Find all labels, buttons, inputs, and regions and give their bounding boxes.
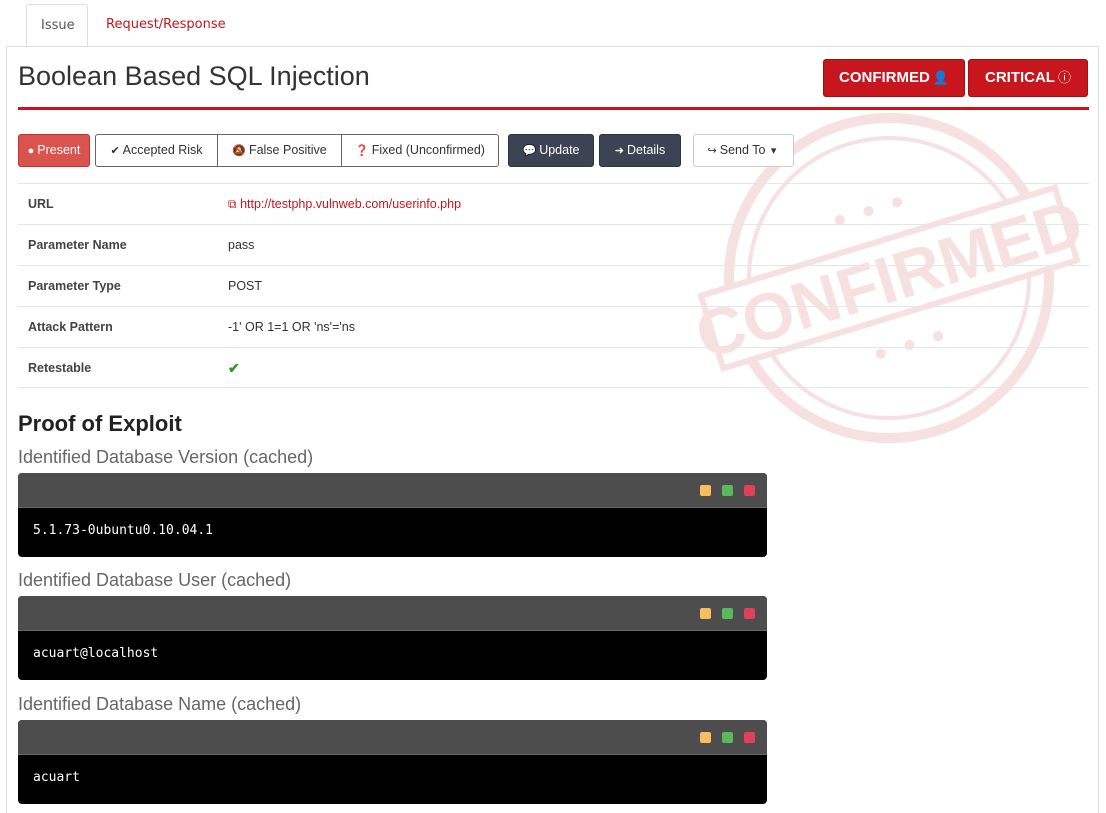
url-link[interactable]: ⧉ http://testphp.vulnweb.com/userinfo.ph… [228, 184, 461, 224]
tab-issue[interactable]: Issue [26, 4, 88, 46]
question-circle-icon: ❓ [355, 145, 369, 157]
close-dot-icon [744, 485, 755, 496]
maximize-dot-icon [722, 608, 733, 619]
detail-row-parameter-type: Parameter Type POST [18, 265, 1089, 306]
section-title-db-user: Identified Database User (cached) [18, 570, 292, 590]
user-icon: 👤 [932, 70, 949, 85]
fixed-unconfirmed-label: Fixed (Unconfirmed) [371, 143, 485, 157]
detail-row-url: URL ⧉ http://testphp.vulnweb.com/userinf… [18, 183, 1089, 224]
attack-pattern-label: Attack Pattern [28, 320, 113, 334]
maximize-dot-icon [722, 485, 733, 496]
check-icon: ✔ [228, 360, 240, 376]
proof-of-exploit-heading: Proof of Exploit [18, 411, 182, 436]
status-button-group: ✔ Accepted Risk 🔕 False Positive ❓ Fixed (U… [95, 134, 499, 167]
present-label: Present [37, 143, 81, 157]
external-link-icon: ⧉ [228, 197, 237, 211]
arrow-circle-right-icon: ➜ [614, 145, 624, 157]
exclamation-circle-icon: ● [27, 145, 35, 157]
check-circle-icon: ✔ [110, 145, 120, 157]
bell-slash-icon: 🔕 [232, 145, 246, 157]
critical-label: CRITICAL [984, 69, 1055, 86]
close-dot-icon [744, 732, 755, 743]
fixed-unconfirmed-button[interactable]: ❓ Fixed (Unconfirmed) [342, 135, 498, 166]
false-positive-button[interactable]: 🔕 False Positive [218, 135, 341, 166]
url-label: URL [28, 197, 54, 211]
close-dot-icon [744, 608, 755, 619]
section-title-db-version: Identified Database Version (cached) [18, 447, 314, 467]
terminal-title-bar [18, 473, 767, 508]
terminal-output: acuart@localhost [33, 646, 159, 661]
detail-row-retestable: Retestable ✔ [18, 347, 1089, 388]
page-title: Boolean Based SQL Injection [18, 61, 370, 91]
maximize-dot-icon [722, 732, 733, 743]
detail-row-attack-pattern: Attack Pattern -1' OR 1=1 OR 'ns'='ns [18, 306, 1089, 347]
false-positive-label: False Positive [248, 143, 327, 157]
title-underline [18, 107, 1089, 110]
parameter-name-label: Parameter Name [28, 238, 127, 252]
retestable-label: Retestable [28, 361, 92, 375]
update-label: Update [539, 143, 580, 157]
tab-request-response[interactable]: Request/Response [92, 4, 240, 46]
terminal-output: acuart [33, 770, 80, 785]
terminal-db-version: 5.1.73-0ubuntu0.10.04.1 [18, 473, 767, 557]
confirmed-button[interactable]: CONFIRMED 👤 [823, 59, 965, 97]
parameter-name-value: pass [228, 238, 255, 252]
exclamation-circle-icon: ⓘ [1057, 70, 1071, 85]
send-to-label: Send To [719, 143, 766, 157]
terminal-db-user: acuart@localhost [18, 596, 767, 680]
tab-bar: Issue Request/Response [6, 0, 1100, 46]
terminal-output: 5.1.73-0ubuntu0.10.04.1 [33, 523, 214, 538]
confirmed-label: CONFIRMED [838, 69, 930, 86]
caret-down-icon: ▾ [770, 145, 777, 157]
url-value: http://testphp.vulnweb.com/userinfo.php [240, 197, 462, 211]
update-button[interactable]: 💬 Update [508, 134, 594, 167]
issue-panel: CONFIRMED Boolean Based SQL Injection CO… [6, 46, 1099, 813]
send-to-dropdown[interactable]: ↪ Send To ▾ [693, 134, 794, 167]
terminal-title-bar [18, 596, 767, 631]
parameter-type-value: POST [228, 279, 263, 293]
critical-button[interactable]: CRITICAL ⓘ [968, 59, 1088, 97]
details-label: Details [627, 143, 666, 157]
accepted-risk-label: Accepted Risk [122, 143, 203, 157]
minimize-dot-icon [700, 608, 711, 619]
terminal-title-bar [18, 720, 767, 755]
comment-icon: 💬 [522, 145, 537, 157]
details-button[interactable]: ➜ Details [599, 134, 681, 167]
minimize-dot-icon [700, 485, 711, 496]
parameter-type-label: Parameter Type [28, 279, 121, 293]
attack-pattern-value: -1' OR 1=1 OR 'ns'='ns [228, 320, 355, 334]
minimize-dot-icon [700, 732, 711, 743]
share-icon: ↪ [707, 145, 717, 157]
terminal-db-name: acuart [18, 720, 767, 804]
detail-row-parameter-name: Parameter Name pass [18, 224, 1089, 265]
present-button[interactable]: ● Present [18, 134, 90, 167]
accepted-risk-button[interactable]: ✔ Accepted Risk [96, 135, 217, 166]
section-title-db-name: Identified Database Name (cached) [18, 694, 302, 714]
